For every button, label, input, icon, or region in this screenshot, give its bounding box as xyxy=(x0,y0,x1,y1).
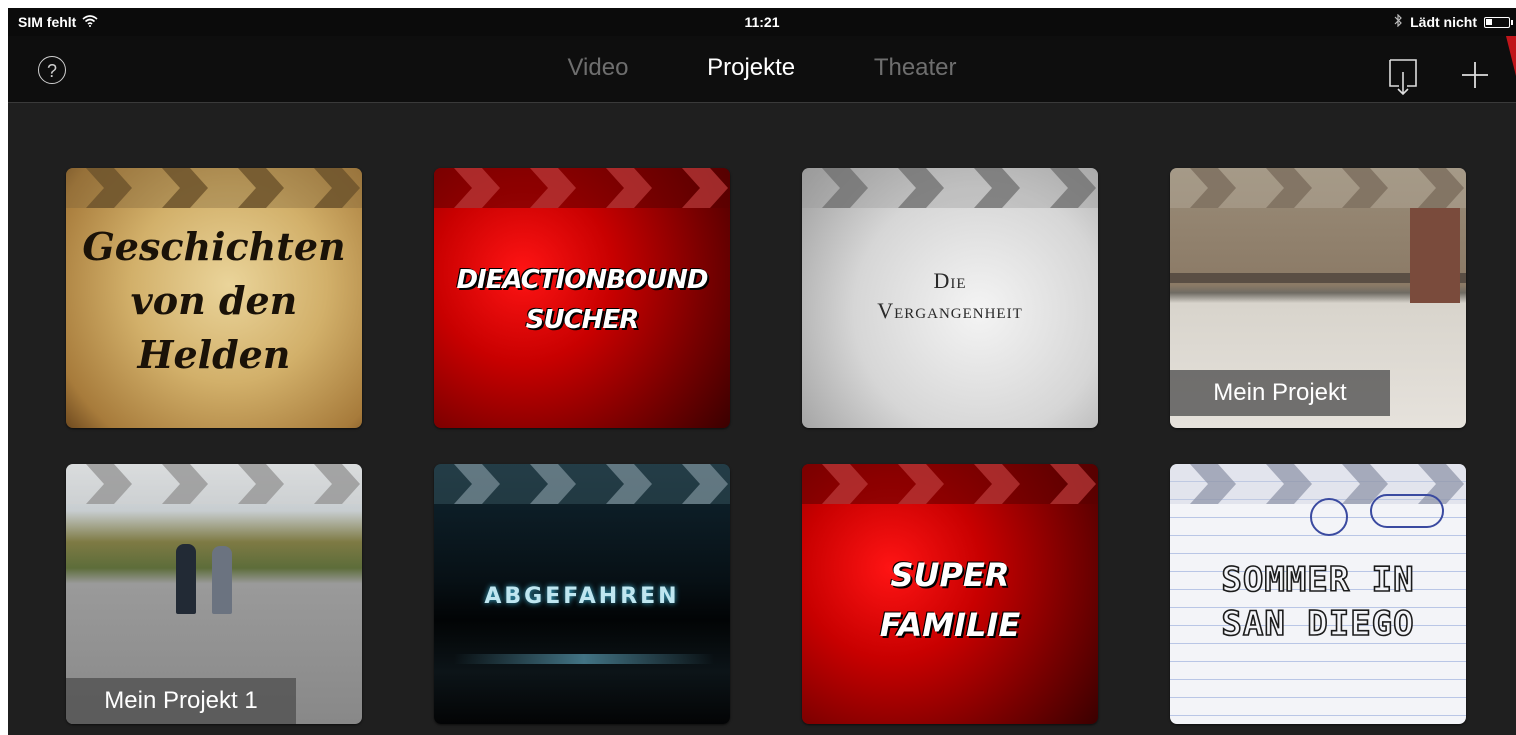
project-title: Super Familie xyxy=(802,550,1098,650)
title-line: Abgefahren xyxy=(484,584,680,609)
tab-video[interactable]: Video xyxy=(567,54,628,82)
import-icon[interactable] xyxy=(1388,58,1418,96)
battery-status-text: Lädt nicht xyxy=(1410,14,1477,30)
title-line: San Diego xyxy=(1221,603,1415,645)
title-line: Familie xyxy=(879,606,1021,644)
project-title: Abgefahren xyxy=(434,582,730,612)
clapper-chevrons xyxy=(822,464,1096,504)
project-card[interactable]: DieActionbound Sucher xyxy=(434,168,730,428)
clapper-stripe xyxy=(802,168,1098,208)
project-thumbnail xyxy=(1410,208,1460,303)
project-name-label: Mein Projekt 1 xyxy=(66,678,296,724)
clapper-chevrons xyxy=(1190,168,1464,208)
cloud-doodle-icon xyxy=(1370,494,1444,528)
clapper-stripe xyxy=(434,168,730,208)
clapper-stripe xyxy=(434,464,730,504)
annotation-arrow xyxy=(1506,36,1516,76)
title-line: Sucher xyxy=(525,305,639,335)
title-line: DieActionbound xyxy=(456,265,708,295)
sun-doodle-icon xyxy=(1310,498,1348,536)
project-card[interactable]: Super Familie xyxy=(802,464,1098,724)
clapper-chevrons xyxy=(86,168,360,208)
clapper-stripe xyxy=(1170,168,1466,208)
person-figure xyxy=(212,546,232,614)
status-right: Lädt nicht xyxy=(1394,13,1513,30)
plus-icon xyxy=(1462,62,1488,88)
project-card[interactable]: Abgefahren xyxy=(434,464,730,724)
battery-icon xyxy=(1484,16,1513,28)
project-card[interactable]: Sommer in San Diego xyxy=(1170,464,1466,724)
clapper-chevrons xyxy=(86,464,360,504)
clapper-stripe xyxy=(66,464,362,504)
title-line: Die xyxy=(933,268,967,293)
title-line: Super xyxy=(890,556,1010,594)
tab-projekte[interactable]: Projekte xyxy=(707,54,795,82)
project-card[interactable]: Mein Projekt xyxy=(1170,168,1466,428)
clapper-chevrons xyxy=(822,168,1096,208)
nav-bar: ? Video Projekte Theater xyxy=(8,36,1516,103)
clapper-stripe xyxy=(802,464,1098,504)
motion-streak xyxy=(454,654,714,664)
title-line: Vergangenheit xyxy=(877,298,1023,323)
project-title: Geschichten von den Helden xyxy=(66,220,362,382)
tab-theater[interactable]: Theater xyxy=(874,54,957,82)
title-line: Sommer in xyxy=(1221,559,1415,601)
add-project-button[interactable] xyxy=(1460,60,1490,90)
tab-bar: Video Projekte Theater xyxy=(8,54,1516,82)
clapper-chevrons xyxy=(454,168,728,208)
app-screen: SIM fehlt 11:21 Lädt nicht ? Video Proje… xyxy=(8,8,1516,735)
project-title: DieActionbound Sucher xyxy=(434,260,730,340)
title-line: Geschichten xyxy=(82,224,346,269)
clapper-chevrons xyxy=(454,464,728,504)
person-figure xyxy=(176,544,196,614)
status-time: 11:21 xyxy=(744,14,780,30)
project-title: Die Vergangenheit xyxy=(802,266,1098,326)
title-line: Helden xyxy=(137,332,291,377)
project-card[interactable]: Geschichten von den Helden xyxy=(66,168,362,428)
bluetooth-icon xyxy=(1394,13,1403,30)
status-bar: SIM fehlt 11:21 Lädt nicht xyxy=(8,8,1516,36)
project-title: Sommer in San Diego xyxy=(1170,558,1466,646)
project-card[interactable]: Mein Projekt 1 xyxy=(66,464,362,724)
title-line: von den xyxy=(130,278,298,323)
project-name-label: Mein Projekt xyxy=(1170,370,1390,416)
project-card[interactable]: Die Vergangenheit xyxy=(802,168,1098,428)
clapper-stripe xyxy=(66,168,362,208)
